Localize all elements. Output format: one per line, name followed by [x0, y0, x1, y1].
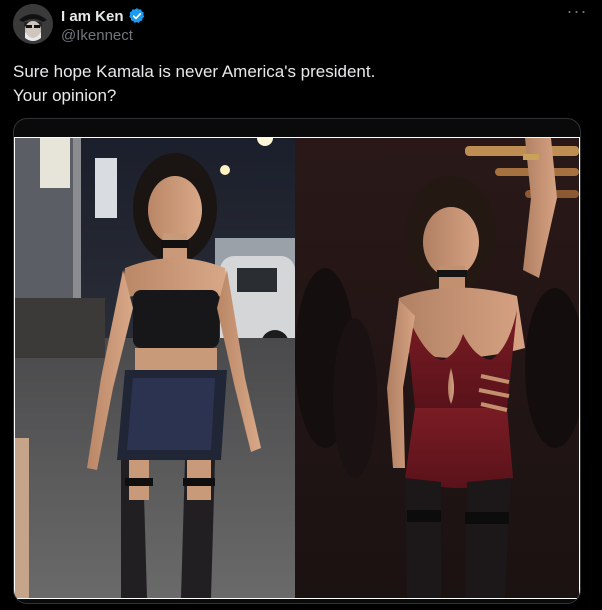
- tweet-header: I am Ken @Ikennect ···: [13, 2, 592, 46]
- left-photo: [15, 138, 295, 598]
- avatar-image: [13, 4, 53, 44]
- tweet-media[interactable]: [13, 118, 581, 604]
- verified-badge-icon: [128, 8, 144, 23]
- avatar[interactable]: [13, 4, 53, 44]
- author-display-name[interactable]: I am Ken: [61, 8, 124, 25]
- author-handle[interactable]: @Ikennect: [61, 27, 133, 44]
- right-photo: [295, 138, 579, 598]
- photo-frame: [14, 137, 580, 599]
- author-name-row: I am Ken: [61, 7, 146, 25]
- tweet-text: Sure hope Kamala is never America's pres…: [13, 62, 376, 105]
- more-horizontal-icon[interactable]: ···: [562, 2, 592, 26]
